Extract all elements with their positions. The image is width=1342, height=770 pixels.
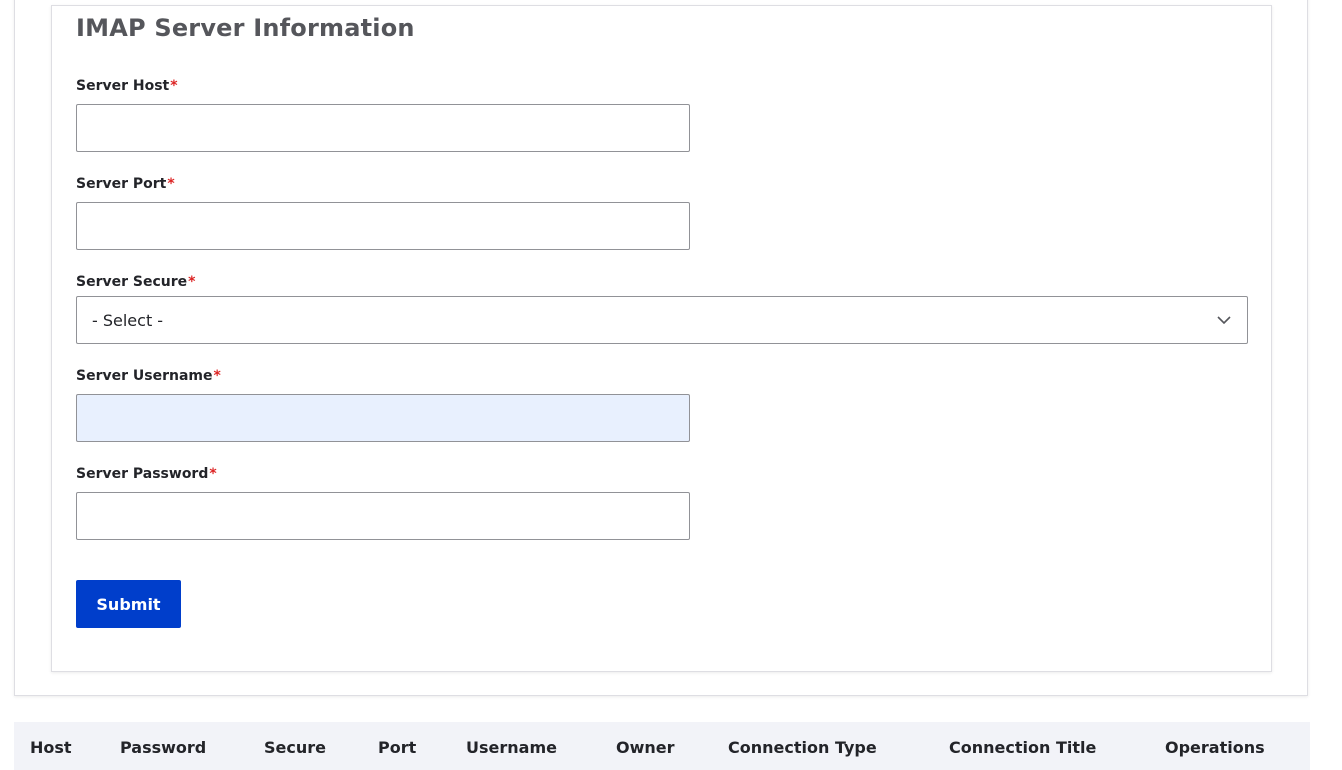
connections-table-header: Host Password Secure Port Username Owner… [14, 722, 1310, 770]
column-header-username[interactable]: Username [466, 738, 557, 757]
server-port-label-text: Server Port [76, 176, 167, 192]
required-marker: * [209, 466, 217, 482]
chevron-down-icon [1216, 312, 1232, 328]
server-port-label: Server Port* [76, 176, 175, 192]
server-password-label-text: Server Password [76, 466, 209, 482]
required-marker: * [167, 176, 175, 192]
server-host-label-text: Server Host [76, 78, 170, 94]
server-secure-label-text: Server Secure [76, 274, 188, 290]
form-title: IMAP Server Information [76, 14, 415, 42]
server-secure-label: Server Secure* [76, 274, 195, 290]
server-host-label: Server Host* [76, 78, 178, 94]
column-header-port[interactable]: Port [378, 738, 416, 757]
server-username-input[interactable] [76, 394, 690, 442]
column-header-secure[interactable]: Secure [264, 738, 326, 757]
column-header-host[interactable]: Host [30, 738, 72, 757]
column-header-operations: Operations [1165, 738, 1265, 757]
required-marker: * [188, 274, 196, 290]
column-header-owner[interactable]: Owner [616, 738, 675, 757]
server-host-input[interactable] [76, 104, 690, 152]
server-password-input[interactable] [76, 492, 690, 540]
submit-button[interactable]: Submit [76, 580, 181, 628]
server-username-label-text: Server Username [76, 368, 213, 384]
server-port-input[interactable] [76, 202, 690, 250]
server-secure-select[interactable]: - Select - [76, 296, 1248, 344]
server-secure-selected-value: - Select - [92, 310, 164, 330]
required-marker: * [213, 368, 221, 384]
server-username-label: Server Username* [76, 368, 221, 384]
column-header-connection-title[interactable]: Connection Title [949, 738, 1096, 757]
server-password-label: Server Password* [76, 466, 217, 482]
column-header-connection-type[interactable]: Connection Type [728, 738, 877, 757]
required-marker: * [170, 78, 178, 94]
column-header-password[interactable]: Password [120, 738, 206, 757]
